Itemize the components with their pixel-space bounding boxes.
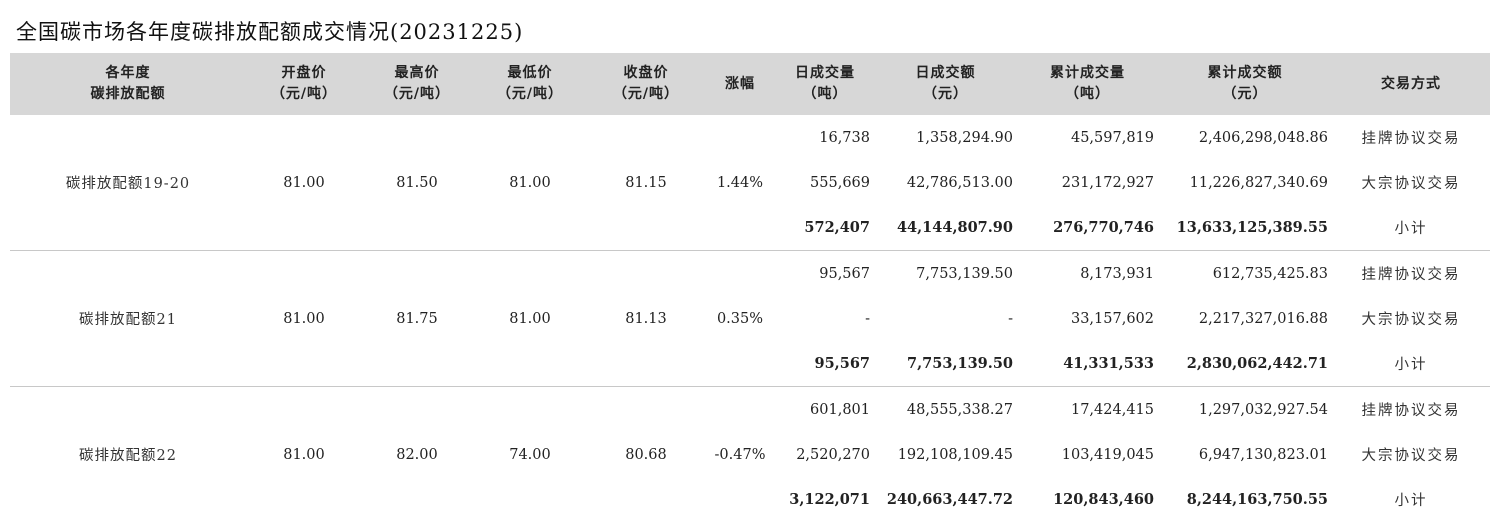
table-header-row: 各年度 碳排放配额 开盘价 （元/吨） 最高价 （元/吨） 最低价 （元/吨） 收盘价（… bbox=[10, 53, 1490, 115]
carbon-quota-table: 各年度 碳排放配额 开盘价 （元/吨） 最高价 （元/吨） 最低价 （元/吨） 收盘价（… bbox=[10, 53, 1490, 522]
header-quota-year: 各年度 碳排放配额 bbox=[10, 53, 246, 115]
quota-name: 碳排放配额22 bbox=[79, 448, 177, 464]
cum-amount: 8,244,163,750.55 bbox=[1186, 491, 1328, 508]
daily-amount: 7,753,139.50 bbox=[874, 341, 1017, 387]
cum-volume: 45,597,819 bbox=[1070, 129, 1154, 146]
daily-volume: 601,801 bbox=[810, 401, 870, 418]
daily-volume: 3,122,071 bbox=[789, 491, 870, 508]
cum-volume: 17,424,415 bbox=[1070, 401, 1154, 418]
daily-volume: 2,520,270 bbox=[796, 446, 870, 463]
daily-volume: 95,567 bbox=[819, 265, 870, 282]
header-close-price: 收盘价 （元/吨） bbox=[588, 53, 704, 115]
cum-amount: 2,830,062,442.71 bbox=[1158, 341, 1332, 387]
daily-amount: 240,663,447.72 bbox=[886, 491, 1013, 508]
cum-volume: 276,770,746 bbox=[1017, 205, 1158, 251]
daily-volume: 555,669 bbox=[810, 174, 870, 191]
daily-volume: 572,407 bbox=[776, 205, 874, 251]
header-cum-volume: 累计成交量 （吨） bbox=[1017, 53, 1158, 115]
trade-method: 大宗协议交易 bbox=[1361, 312, 1461, 328]
high-price: 81.50 bbox=[362, 115, 472, 251]
trade-method: 挂牌协议交易 bbox=[1361, 267, 1461, 283]
header-trade-method: 交易方式 bbox=[1332, 53, 1490, 115]
open-price: 81.00 bbox=[283, 446, 325, 463]
daily-amount: 44,144,807.90 bbox=[874, 205, 1017, 251]
table-row: 碳排放配额21 81.00 81.75 81.00 81.13 0.35% 95… bbox=[10, 250, 1490, 387]
daily-amount: - bbox=[1008, 310, 1013, 327]
daily-amount: 42,786,513.00 bbox=[906, 174, 1013, 191]
header-open-price: 开盘价 （元/吨） bbox=[246, 53, 362, 115]
high-price: 81.75 bbox=[362, 250, 472, 387]
table-row: 碳排放配额22 81.00 82.00 74.00 80.68 -0.47% 6… bbox=[10, 387, 1490, 465]
header-low-price: 最低价 （元/吨） bbox=[472, 53, 588, 115]
cum-volume: 231,172,927 bbox=[1061, 174, 1154, 191]
cum-amount: 11,226,827,340.69 bbox=[1189, 174, 1328, 191]
trade-method: 挂牌协议交易 bbox=[1361, 403, 1461, 419]
cum-volume: 41,331,533 bbox=[1017, 341, 1158, 387]
cum-volume: 120,843,460 bbox=[1053, 491, 1154, 508]
header-daily-volume: 日成交量 （吨） bbox=[776, 53, 874, 115]
cum-amount: 612,735,425.83 bbox=[1212, 265, 1328, 282]
low-price: 81.00 bbox=[472, 115, 588, 251]
table-row: 碳排放配额19-20 81.00 81.50 81.00 81.15 1.44%… bbox=[10, 115, 1490, 251]
close-price: 81.13 bbox=[588, 250, 704, 387]
daily-amount: 192,108,109.45 bbox=[897, 446, 1013, 463]
daily-volume: - bbox=[865, 310, 870, 327]
open-price: 81.00 bbox=[246, 115, 362, 251]
daily-volume: 95,567 bbox=[776, 341, 874, 387]
cum-amount: 1,297,032,927.54 bbox=[1198, 401, 1328, 418]
trade-method: 小计 bbox=[1332, 205, 1490, 251]
header-daily-amount: 日成交额 （元） bbox=[874, 53, 1017, 115]
price-change: -0.47% bbox=[714, 446, 766, 463]
header-cum-amount: 累计成交额 （元） bbox=[1158, 53, 1332, 115]
close-price: 80.68 bbox=[625, 446, 667, 463]
trade-method: 挂牌协议交易 bbox=[1361, 131, 1461, 147]
daily-amount: 48,555,338.27 bbox=[906, 401, 1013, 418]
trade-method: 小计 bbox=[1394, 493, 1428, 509]
price-change: 1.44% bbox=[704, 115, 776, 251]
daily-volume: 16,738 bbox=[819, 129, 870, 146]
cum-volume: 33,157,602 bbox=[1070, 310, 1154, 327]
cum-amount: 6,947,130,823.01 bbox=[1198, 446, 1328, 463]
low-price: 81.00 bbox=[472, 250, 588, 387]
cum-amount: 2,406,298,048.86 bbox=[1198, 129, 1328, 146]
trade-method: 小计 bbox=[1332, 341, 1490, 387]
close-price: 81.15 bbox=[588, 115, 704, 251]
quota-name: 碳排放配额19-20 bbox=[10, 115, 246, 251]
cum-amount: 13,633,125,389.55 bbox=[1158, 205, 1332, 251]
high-price: 82.00 bbox=[396, 446, 438, 463]
trade-method: 大宗协议交易 bbox=[1361, 448, 1461, 464]
trade-method: 大宗协议交易 bbox=[1361, 176, 1461, 192]
quota-name: 碳排放配额21 bbox=[10, 250, 246, 387]
header-change: 涨幅 bbox=[704, 53, 776, 115]
cum-volume: 8,173,931 bbox=[1080, 265, 1154, 282]
cum-volume: 103,419,045 bbox=[1061, 446, 1154, 463]
daily-amount: 1,358,294.90 bbox=[916, 129, 1013, 146]
header-high-price: 最高价 （元/吨） bbox=[362, 53, 472, 115]
daily-amount: 7,753,139.50 bbox=[916, 265, 1013, 282]
low-price: 74.00 bbox=[509, 446, 551, 463]
open-price: 81.00 bbox=[246, 250, 362, 387]
cum-amount: 2,217,327,016.88 bbox=[1198, 310, 1328, 327]
price-change: 0.35% bbox=[704, 250, 776, 387]
page-title: 全国碳市场各年度碳排放配额成交情况(20231225) bbox=[16, 20, 524, 44]
